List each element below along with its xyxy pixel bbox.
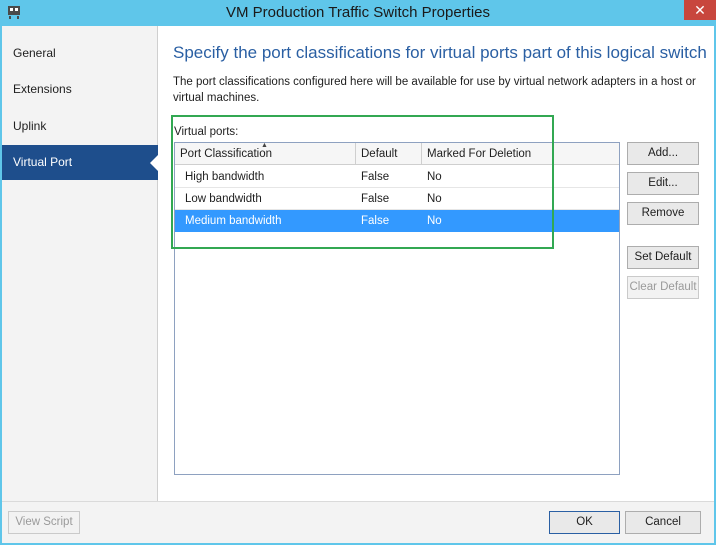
footer: View Script OK Cancel — [2, 501, 714, 543]
close-icon: ✕ — [694, 2, 706, 18]
main-panel: Specify the port classifications for vir… — [159, 26, 714, 501]
sidebar-item-label: General — [13, 46, 56, 60]
sort-ascending-icon: ▲ — [261, 142, 268, 149]
table-row[interactable]: Low bandwidth False No — [175, 188, 619, 210]
ok-button[interactable]: OK — [549, 511, 620, 534]
edit-button[interactable]: Edit... — [627, 172, 699, 195]
sidebar-item-uplink[interactable]: Uplink — [2, 109, 158, 144]
clear-default-button[interactable]: Clear Default — [627, 276, 699, 299]
sidebar-item-label: Extensions — [13, 82, 72, 96]
sidebar-item-label: Uplink — [13, 119, 47, 133]
remove-button[interactable]: Remove — [627, 202, 699, 225]
column-header-port-classification[interactable]: Port Classification ▲ — [175, 142, 356, 165]
virtual-ports-label: Virtual ports: — [174, 126, 239, 138]
window-title: VM Production Traffic Switch Properties — [226, 4, 490, 21]
table-row-selected[interactable]: Medium bandwidth False No — [175, 210, 619, 232]
cell-default: False — [361, 215, 390, 227]
grid-header: Port Classification ▲ Default Marked For… — [175, 142, 619, 165]
sidebar: General Extensions Uplink Virtual Port — [2, 26, 159, 501]
column-label: Default — [361, 148, 398, 160]
cell-port-classification: Low bandwidth — [185, 193, 262, 205]
cell-marked-for-deletion: No — [427, 171, 442, 183]
sidebar-item-virtual-port[interactable]: Virtual Port — [2, 145, 159, 180]
cancel-button[interactable]: Cancel — [625, 511, 701, 534]
cell-default: False — [361, 171, 390, 183]
page-description: The port classifications configured here… — [173, 76, 696, 104]
cell-marked-for-deletion: No — [427, 215, 442, 227]
title-bar: VM Production Traffic Switch Properties … — [0, 0, 716, 26]
add-button[interactable]: Add... — [627, 142, 699, 165]
cell-port-classification: Medium bandwidth — [185, 215, 282, 227]
properties-window: General Extensions Uplink Virtual Port S… — [2, 26, 714, 543]
view-script-button[interactable]: View Script — [8, 511, 80, 534]
column-header-default[interactable]: Default — [356, 143, 422, 165]
column-label: Port Classification — [180, 148, 273, 160]
cell-port-classification: High bandwidth — [185, 171, 265, 183]
page-title: Specify the port classifications for vir… — [173, 43, 707, 62]
set-default-button[interactable]: Set Default — [627, 246, 699, 269]
cell-marked-for-deletion: No — [427, 193, 442, 205]
close-button[interactable]: ✕ — [684, 0, 716, 20]
sidebar-item-general[interactable]: General — [2, 36, 158, 71]
sidebar-item-extensions[interactable]: Extensions — [2, 72, 158, 107]
column-label: Marked For Deletion — [427, 148, 532, 160]
cell-default: False — [361, 193, 390, 205]
column-header-marked-for-deletion[interactable]: Marked For Deletion — [422, 143, 619, 165]
sidebar-item-label: Virtual Port — [13, 155, 73, 169]
virtual-ports-grid[interactable]: Port Classification ▲ Default Marked For… — [174, 142, 620, 475]
table-row[interactable]: High bandwidth False No — [175, 166, 619, 188]
